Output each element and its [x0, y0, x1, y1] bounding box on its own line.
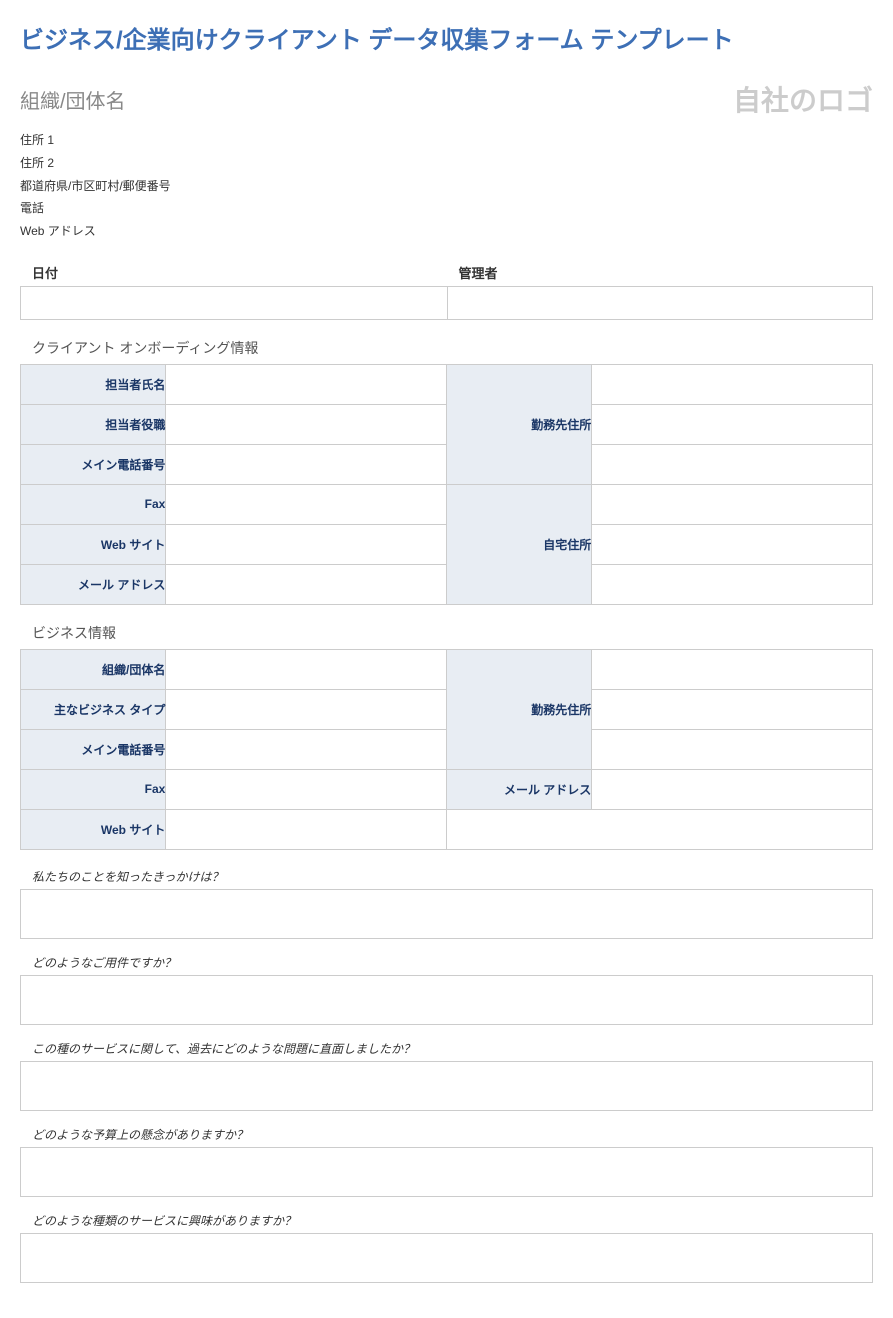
home-address-input-3[interactable]: [592, 565, 872, 604]
q4-input[interactable]: [20, 1147, 873, 1197]
section2-heading: ビジネス情報: [20, 623, 873, 643]
work-address-input-1[interactable]: [592, 365, 872, 404]
business-table: 組織/団体名 勤務先住所 主なビジネス タイプ メイン電話番号 Fax メール …: [20, 649, 873, 850]
admin-label: 管理者: [447, 263, 874, 282]
biz-main-phone-label: メイン電話番号: [21, 729, 166, 769]
q1-input[interactable]: [20, 889, 873, 939]
q5-label: どのような種類のサービスに興味がありますか？: [20, 1212, 873, 1229]
contact-name-label: 担当者氏名: [21, 364, 166, 404]
address-line-1: 住所 1: [20, 129, 873, 152]
biz-fax-input[interactable]: [166, 770, 446, 809]
date-admin-row: 日付 管理者: [20, 263, 873, 320]
org-name-label: 組織/団体名: [20, 85, 126, 114]
biz-main-phone-input[interactable]: [166, 730, 446, 769]
biz-email-label: メール アドレス: [446, 769, 591, 809]
biz-fax-label: Fax: [21, 769, 166, 809]
section1-heading: クライアント オンボーディング情報: [20, 338, 873, 358]
q5-input[interactable]: [20, 1233, 873, 1283]
biz-work-address-label: 勤務先住所: [446, 649, 591, 769]
logo-placeholder: 自社のロゴ: [733, 79, 873, 119]
fax-label: Fax: [21, 484, 166, 524]
q2-label: どのようなご用件ですか？: [20, 954, 873, 971]
biz-type-input[interactable]: [166, 690, 446, 729]
biz-org-name-input[interactable]: [166, 650, 446, 689]
q1-label: 私たちのことを知ったきっかけは？: [20, 868, 873, 885]
fax-input[interactable]: [166, 485, 446, 524]
address-line-5: Web アドレス: [20, 220, 873, 243]
biz-work-address-input-1[interactable]: [592, 650, 872, 689]
contact-title-label: 担当者役職: [21, 404, 166, 444]
email-label: メール アドレス: [21, 564, 166, 604]
address-line-4: 電話: [20, 197, 873, 220]
date-label: 日付: [20, 263, 447, 282]
empty-cell: [446, 809, 872, 849]
website-label: Web サイト: [21, 524, 166, 564]
page-title: ビジネス/企業向けクライアント データ収集フォーム テンプレート: [20, 20, 873, 55]
q3-label: この種のサービスに関して、過去にどのような問題に直面しましたか？: [20, 1040, 873, 1057]
q2-input[interactable]: [20, 975, 873, 1025]
biz-type-label: 主なビジネス タイプ: [21, 689, 166, 729]
work-address-label: 勤務先住所: [446, 364, 591, 484]
work-address-input-2[interactable]: [592, 405, 872, 444]
q3-input[interactable]: [20, 1061, 873, 1111]
q4-label: どのような予算上の懸念がありますか？: [20, 1126, 873, 1143]
address-line-2: 住所 2: [20, 152, 873, 175]
biz-work-address-input-2[interactable]: [592, 690, 872, 729]
email-input[interactable]: [166, 565, 446, 604]
biz-work-address-input-3[interactable]: [592, 730, 872, 769]
home-address-label: 自宅住所: [446, 484, 591, 604]
contact-name-input[interactable]: [166, 365, 446, 404]
work-address-input-3[interactable]: [592, 445, 872, 484]
biz-website-input[interactable]: [166, 810, 446, 849]
onboarding-table: 担当者氏名 勤務先住所 担当者役職 メイン電話番号 Fax 自宅住所 Web サ…: [20, 364, 873, 605]
admin-input[interactable]: [447, 286, 874, 320]
contact-title-input[interactable]: [166, 405, 446, 444]
main-phone-label: メイン電話番号: [21, 444, 166, 484]
address-line-3: 都道府県/市区町村/郵便番号: [20, 175, 873, 198]
biz-org-name-label: 組織/団体名: [21, 649, 166, 689]
address-block: 住所 1 住所 2 都道府県/市区町村/郵便番号 電話 Web アドレス: [20, 129, 873, 243]
main-phone-input[interactable]: [166, 445, 446, 484]
home-address-input-2[interactable]: [592, 525, 872, 564]
date-input[interactable]: [20, 286, 447, 320]
biz-website-label: Web サイト: [21, 809, 166, 849]
header-row: 組織/団体名 自社のロゴ: [20, 79, 873, 119]
biz-email-input[interactable]: [592, 770, 872, 809]
home-address-input-1[interactable]: [592, 485, 872, 524]
website-input[interactable]: [166, 525, 446, 564]
